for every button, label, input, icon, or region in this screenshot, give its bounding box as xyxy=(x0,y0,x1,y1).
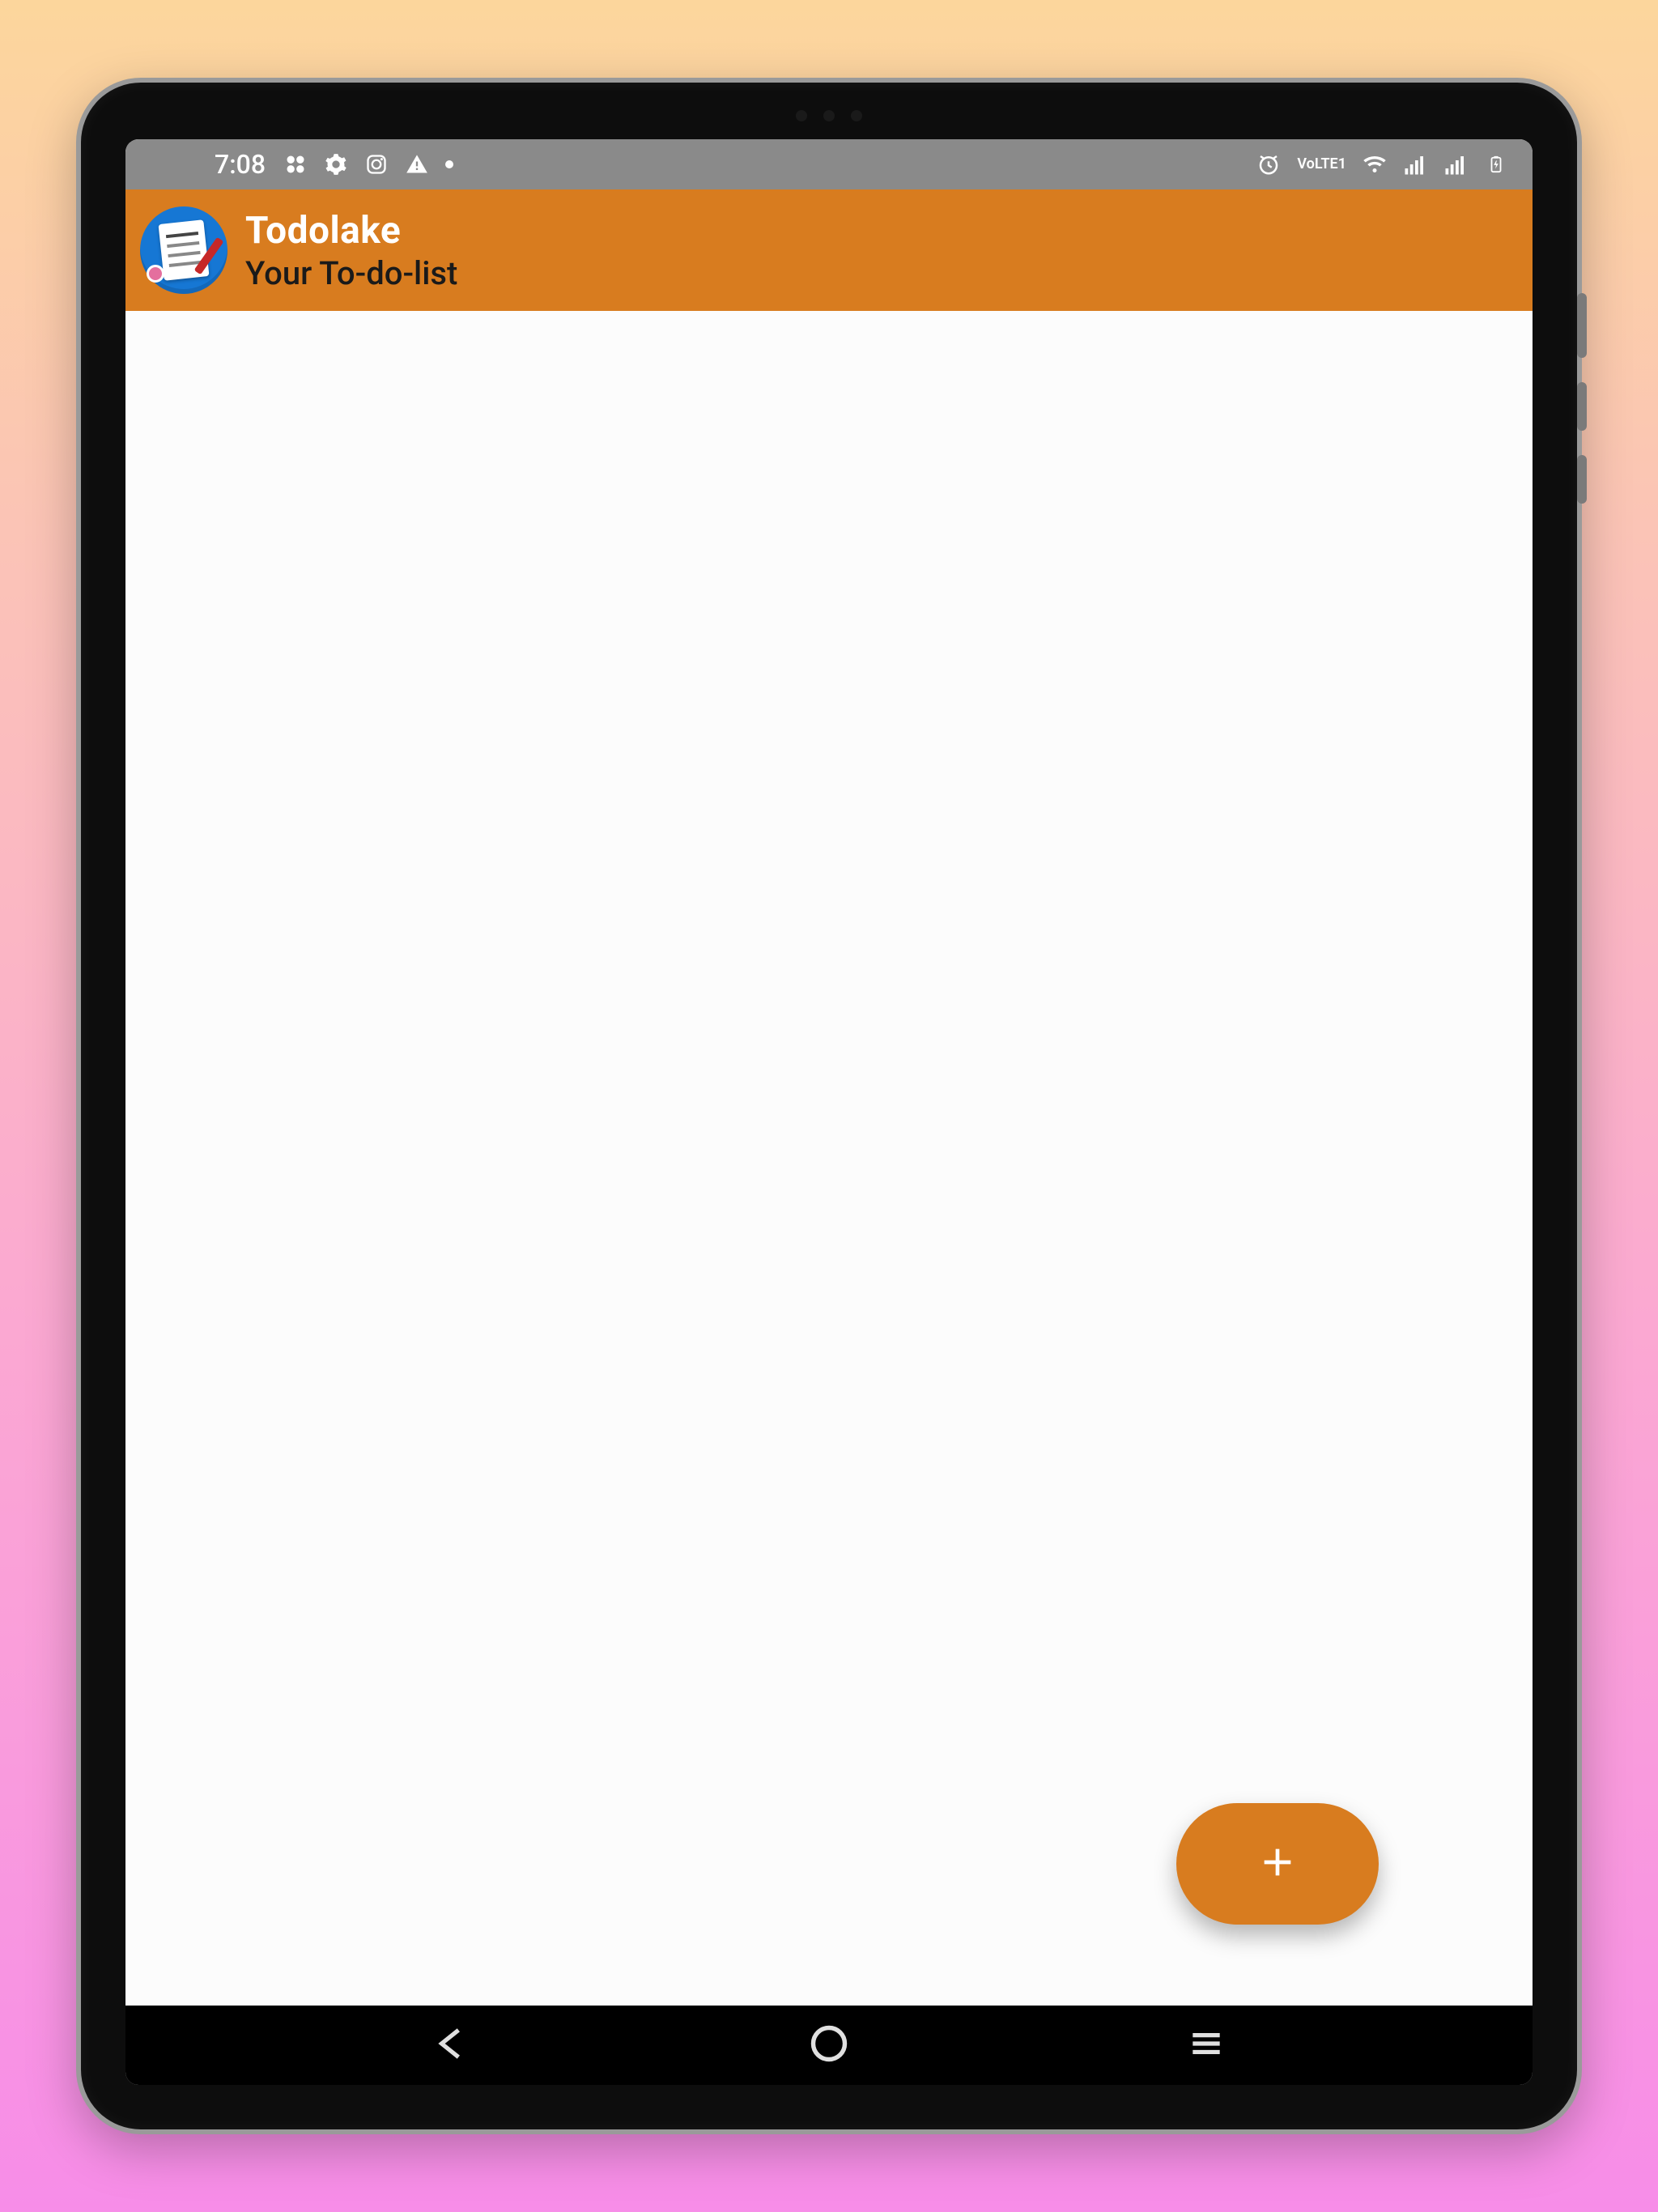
add-fab-button[interactable] xyxy=(1176,1803,1379,1925)
app-subtitle: Your To-do-list xyxy=(245,254,457,292)
wifi-icon xyxy=(1363,152,1387,177)
app-header: Todolake Your To-do-list xyxy=(125,189,1533,311)
volte-icon: VoLTE1 xyxy=(1297,158,1346,171)
app-title: Todolake xyxy=(245,209,457,253)
settings-gear-icon xyxy=(324,152,348,177)
volte-label: VoLTE1 xyxy=(1297,155,1346,172)
nav-home-button[interactable] xyxy=(805,2021,853,2069)
device-screen: 7:08 VoLTE xyxy=(125,139,1533,2085)
system-nav-bar xyxy=(125,2006,1533,2085)
back-icon xyxy=(432,2023,472,2067)
main-content xyxy=(125,311,1533,2006)
device-side-buttons xyxy=(1577,293,1587,536)
app-logo-icon xyxy=(140,206,227,294)
home-circle-icon xyxy=(808,2023,850,2068)
status-bar: 7:08 VoLTE xyxy=(125,139,1533,189)
plus-icon xyxy=(1255,1840,1300,1888)
status-clock: 7:08 xyxy=(215,149,266,180)
menu-icon xyxy=(1186,2023,1226,2067)
dot-icon xyxy=(445,160,453,168)
nav-back-button[interactable] xyxy=(427,2021,476,2069)
warning-icon xyxy=(405,152,429,177)
signal-icon xyxy=(1403,152,1427,177)
nav-recent-button[interactable] xyxy=(1182,2021,1231,2069)
battery-icon xyxy=(1484,152,1508,177)
instagram-icon xyxy=(364,152,389,177)
tablet-frame: 7:08 VoLTE xyxy=(76,78,1582,2134)
signal-icon-2 xyxy=(1443,152,1468,177)
device-camera-bar xyxy=(748,107,910,125)
alarm-icon xyxy=(1256,152,1281,177)
apps-icon xyxy=(283,152,308,177)
